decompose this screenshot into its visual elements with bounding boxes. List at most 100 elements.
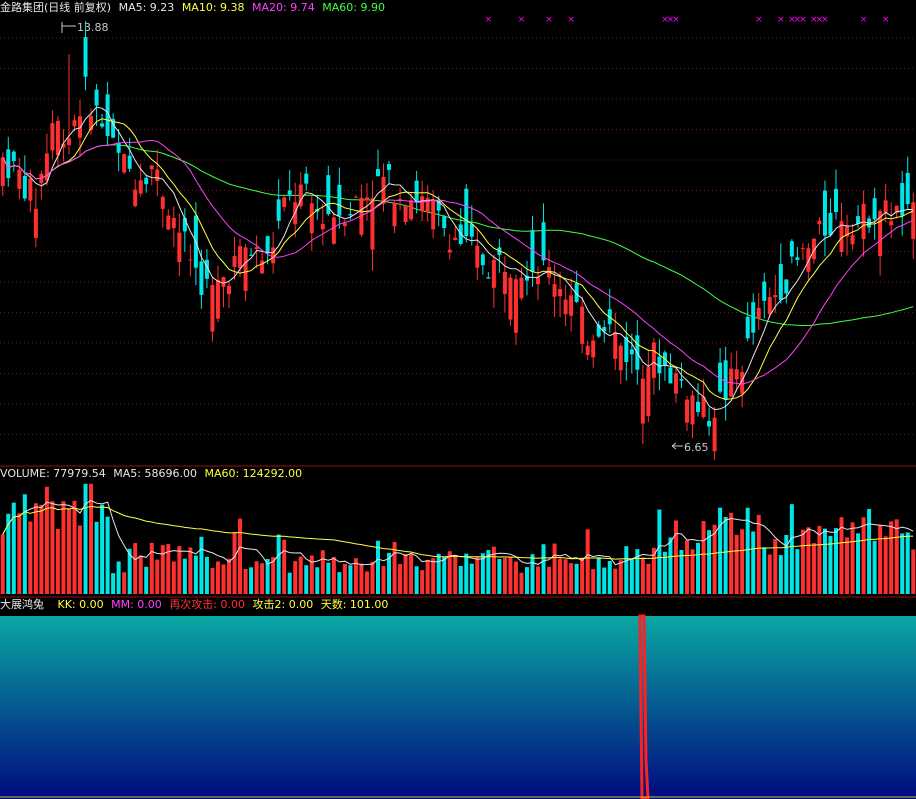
volume-bar bbox=[900, 533, 905, 594]
stock-title: 金路集团(日线 前复权) bbox=[0, 1, 112, 14]
volume-bar bbox=[138, 555, 143, 594]
volume-bar bbox=[629, 558, 634, 594]
candle-body bbox=[276, 199, 281, 221]
candle-body bbox=[66, 138, 71, 146]
candle-body bbox=[558, 289, 563, 297]
volume-bar bbox=[685, 540, 689, 594]
volume-bar bbox=[105, 516, 110, 594]
volume-bar bbox=[585, 529, 590, 594]
candle-body bbox=[392, 203, 397, 227]
candle-body bbox=[11, 151, 16, 162]
volume-bar bbox=[298, 556, 303, 594]
candle-body bbox=[83, 37, 88, 77]
volume-bar bbox=[177, 546, 182, 594]
volume-bar bbox=[287, 572, 292, 594]
candle-body bbox=[889, 221, 894, 226]
volume-bar bbox=[210, 567, 215, 594]
volume-bar bbox=[822, 528, 827, 594]
volume-bar bbox=[282, 539, 287, 594]
volume-bar bbox=[116, 561, 121, 594]
candle-body bbox=[215, 279, 220, 319]
ma5-value: MA5: 9.23 bbox=[118, 1, 175, 14]
volume-bar bbox=[243, 569, 248, 594]
volume-bar bbox=[707, 530, 712, 594]
volume-bar bbox=[894, 519, 899, 594]
signal-marker: × bbox=[545, 15, 553, 25]
candle-body bbox=[707, 420, 712, 427]
volume-bar bbox=[740, 529, 745, 594]
indicator-header: 大展鸿兔 KK: 0.00 MM: 0.00 再次攻击: 0.00 攻击2: 0… bbox=[0, 598, 392, 612]
volume-bar bbox=[381, 566, 386, 594]
candle-body bbox=[177, 232, 182, 263]
candle-body bbox=[370, 198, 375, 250]
volume-bar bbox=[50, 501, 55, 594]
volume-bar bbox=[811, 543, 816, 594]
candle-body bbox=[265, 236, 270, 253]
volume-bar bbox=[475, 556, 480, 594]
volume-bar bbox=[458, 565, 463, 594]
volume-bar bbox=[497, 559, 502, 594]
candle-body bbox=[585, 345, 590, 356]
candle-body bbox=[238, 246, 243, 268]
candle-body bbox=[22, 175, 27, 199]
volume-bar bbox=[613, 568, 618, 594]
candle-body bbox=[149, 165, 154, 170]
volume-bar bbox=[188, 547, 193, 594]
volume-bar bbox=[55, 528, 60, 594]
volume-bar bbox=[398, 564, 403, 594]
volume-bar bbox=[889, 521, 894, 594]
volume-header: VOLUME: 77979.54 MA5: 58696.00 MA60: 124… bbox=[0, 467, 306, 481]
volume-bar bbox=[22, 494, 27, 594]
volume-bar bbox=[729, 512, 734, 594]
volume-bar bbox=[337, 572, 342, 594]
volume-bar bbox=[260, 563, 265, 594]
candle-body bbox=[116, 142, 121, 153]
volume-bar bbox=[227, 558, 231, 594]
tianshu-value: 天数: 101.00 bbox=[320, 598, 389, 611]
volume-bar bbox=[149, 542, 154, 594]
candle-body bbox=[50, 123, 55, 151]
candle-body bbox=[734, 369, 739, 380]
volume-bar bbox=[375, 540, 380, 594]
signal-markers: × × × × ××× × × ××× ××× × × bbox=[485, 15, 890, 25]
candle-body bbox=[33, 208, 38, 238]
candle-body bbox=[569, 295, 574, 316]
volume-bar bbox=[409, 553, 414, 594]
volume-bar bbox=[469, 563, 474, 594]
volume-bar bbox=[83, 483, 88, 594]
volume-bar bbox=[193, 555, 198, 594]
volume-bar bbox=[453, 556, 458, 594]
candle-body bbox=[127, 155, 132, 169]
volume-bar bbox=[878, 525, 883, 594]
volume-bar bbox=[580, 557, 585, 594]
volume-bar bbox=[558, 558, 563, 594]
candle-body bbox=[453, 237, 458, 241]
candle-body bbox=[784, 279, 789, 294]
volume-bar bbox=[320, 550, 325, 594]
volume-bar bbox=[331, 556, 336, 594]
volume-bar bbox=[513, 561, 518, 594]
candle-body bbox=[160, 196, 165, 209]
volume-bar bbox=[673, 520, 678, 594]
candle-body bbox=[17, 169, 22, 189]
candle-body bbox=[364, 197, 369, 201]
volume-bar bbox=[160, 545, 165, 594]
candle-body bbox=[850, 235, 855, 245]
volume-bar bbox=[61, 501, 66, 594]
candle-body bbox=[72, 120, 77, 127]
candle-body bbox=[502, 271, 507, 294]
candle-body bbox=[563, 299, 568, 315]
volume-bar bbox=[905, 532, 910, 594]
volume-bar bbox=[342, 563, 347, 594]
gongji2-value: 攻击2: 0.00 bbox=[252, 598, 314, 611]
volume-bar bbox=[872, 540, 877, 594]
candle-body bbox=[883, 200, 888, 213]
candle-body bbox=[6, 149, 11, 179]
candle-body bbox=[442, 216, 447, 229]
candle-body bbox=[144, 177, 149, 185]
candle-body bbox=[304, 173, 309, 184]
candle-body bbox=[696, 401, 701, 412]
volume-bar bbox=[536, 566, 541, 594]
volume-bar bbox=[502, 558, 507, 594]
volume-bar bbox=[420, 570, 425, 594]
